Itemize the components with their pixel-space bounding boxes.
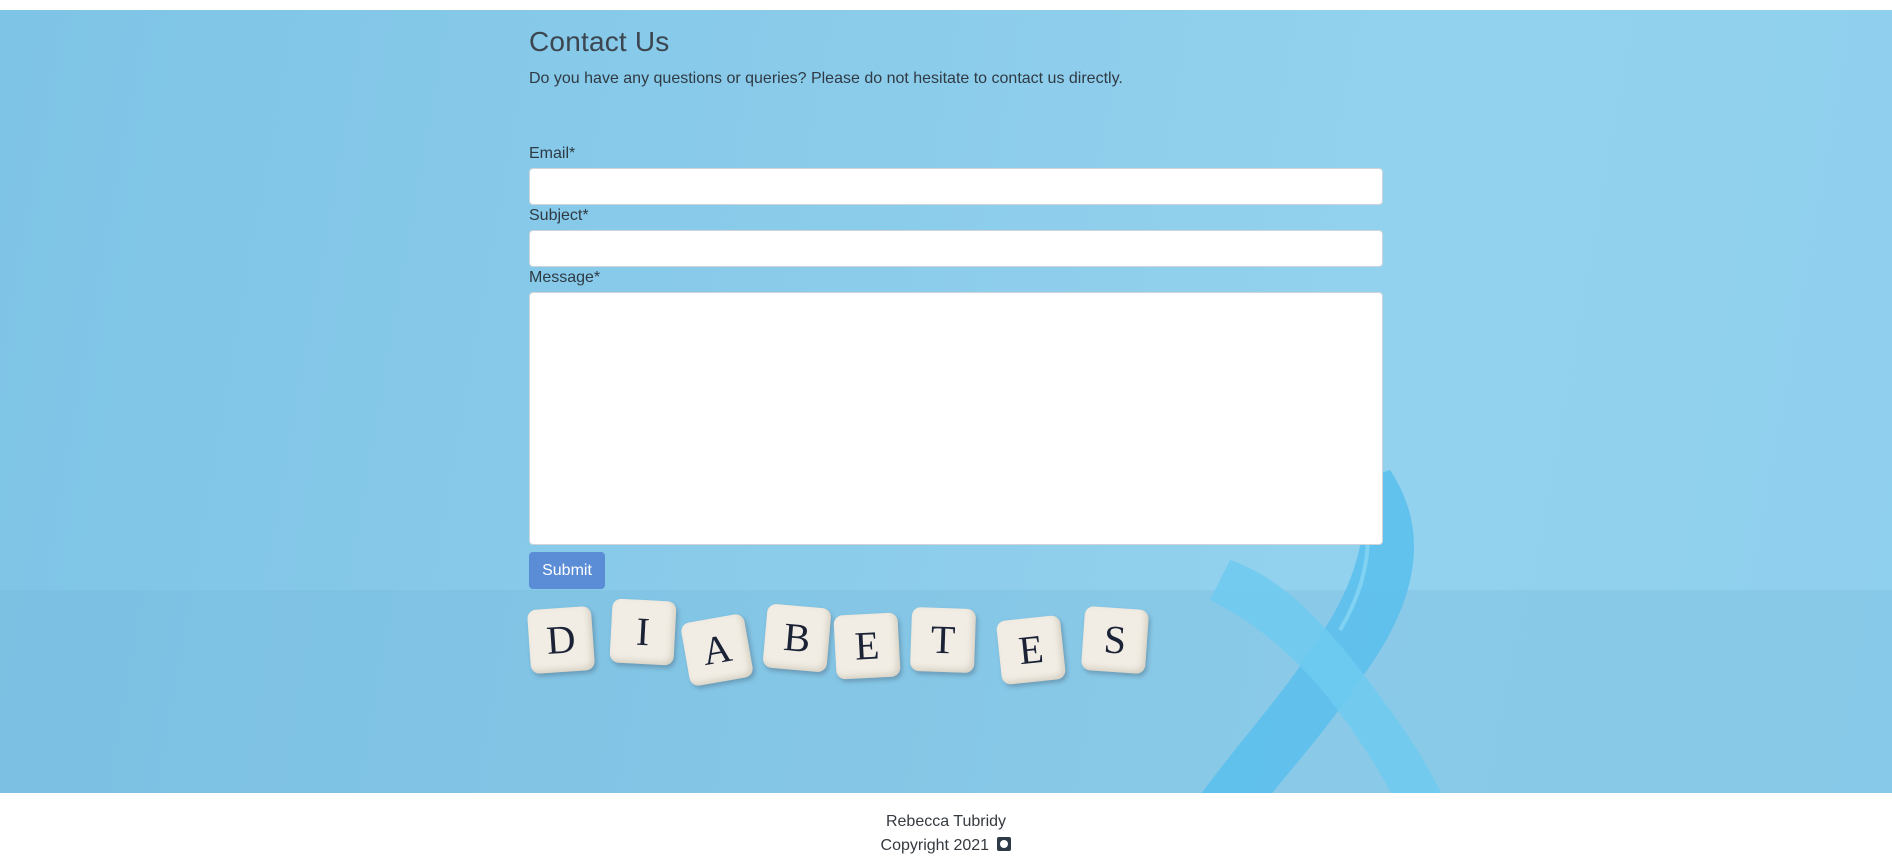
message-label: Message*: [529, 269, 601, 286]
dice-letter: I: [609, 598, 677, 666]
diabetes-dice-image: D I A B E T E S: [526, 598, 1169, 695]
footer: Rebecca Tubridy Copyright 2021: [0, 810, 1892, 858]
footer-copyright: Copyright 2021: [880, 837, 990, 854]
dice-letter: S: [1080, 605, 1150, 675]
dice-letter: A: [679, 612, 755, 688]
footer-copyright-row: Copyright 2021: [0, 834, 1892, 858]
subject-label: Subject*: [529, 207, 589, 224]
footer-author: Rebecca Tubridy: [885, 813, 1007, 830]
subject-field[interactable]: [529, 230, 1383, 267]
email-field[interactable]: [529, 168, 1383, 205]
page-title: Contact Us: [529, 26, 670, 57]
submit-button[interactable]: Submit: [529, 552, 605, 589]
dice-letter: B: [762, 603, 832, 673]
intro-text: Do you have any questions or queries? Pl…: [529, 70, 1123, 87]
email-label: Email*: [529, 145, 576, 162]
dice-letter: D: [526, 605, 596, 675]
message-field[interactable]: [529, 292, 1383, 545]
dice-letter: E: [833, 612, 901, 680]
dice-letter: T: [909, 606, 977, 674]
dice-letter: E: [995, 614, 1067, 686]
github-icon[interactable]: [997, 837, 1012, 851]
